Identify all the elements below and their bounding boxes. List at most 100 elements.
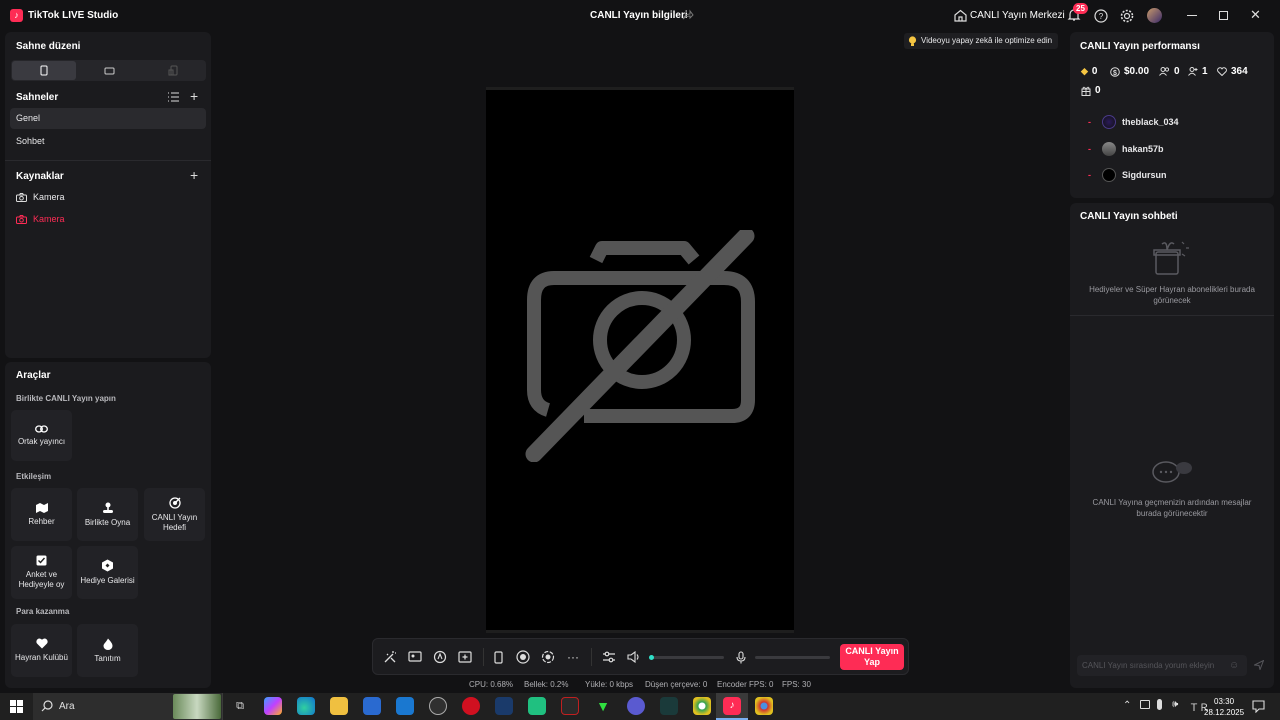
share-icon[interactable] xyxy=(682,9,694,21)
taskbar-clock[interactable]: 03:30 28.12.2025 xyxy=(1204,696,1244,718)
top-viewer-row[interactable]: - Sigdursun xyxy=(1088,168,1167,182)
performance-title: CANLI Yayın performansı xyxy=(1080,41,1200,52)
add-scene-icon[interactable]: + xyxy=(190,88,198,104)
task-view-icon[interactable]: ⧉ xyxy=(231,697,249,715)
chrome-icon[interactable] xyxy=(755,697,773,715)
source-label: Kamera xyxy=(33,214,65,224)
speaker-volume-slider[interactable] xyxy=(649,655,724,660)
volume-tray-icon[interactable]: 🕪 xyxy=(1172,699,1178,710)
microphone-icon[interactable] xyxy=(733,649,749,665)
more-icon[interactable]: ··· xyxy=(565,649,581,665)
add-overlay-icon[interactable] xyxy=(457,649,473,665)
cohost-label: Ortak yayıncı xyxy=(17,436,66,446)
chat-input[interactable]: CANLI Yayın sırasında yorum ekleyin xyxy=(1077,655,1247,676)
app-icon[interactable] xyxy=(627,697,645,715)
ai-enhance-icon[interactable] xyxy=(432,649,448,665)
mic-volume-slider[interactable] xyxy=(755,656,830,659)
close-icon[interactable]: ✕ xyxy=(1250,7,1261,23)
copilot-icon[interactable] xyxy=(264,697,282,715)
scene-item-genel[interactable]: Genel xyxy=(10,108,206,129)
dual-layout-button[interactable] xyxy=(141,61,205,80)
file-explorer-icon[interactable] xyxy=(330,697,348,715)
scene-item-sohbet[interactable]: Sohbet xyxy=(10,131,206,152)
store-icon[interactable] xyxy=(363,697,381,715)
cohost-tool[interactable]: Ortak yayıncı xyxy=(11,410,72,461)
battery-icon[interactable] xyxy=(1140,700,1150,709)
add-source-icon[interactable]: + xyxy=(190,167,198,183)
slider-thumb[interactable] xyxy=(649,655,654,660)
likes-value: 364 xyxy=(1231,66,1248,77)
help-icon[interactable]: ? xyxy=(1094,9,1108,23)
live-goal-tool[interactable]: CANLI Yayın Hedefi xyxy=(144,488,205,541)
clock-time: 03:30 xyxy=(1214,697,1235,706)
tools-panel: Araçlar Birlikte CANLI Yayın yapın Ortak… xyxy=(5,362,211,688)
promote-tool[interactable]: Tanıtım xyxy=(77,624,138,677)
gift-gallery-tool[interactable]: Hediye Galerisi xyxy=(77,546,138,599)
screen-effects-icon[interactable] xyxy=(407,649,423,665)
tools-title: Araçlar xyxy=(16,370,51,381)
stat-value: 0 xyxy=(769,680,774,689)
tiktok-studio-icon[interactable]: ♪ xyxy=(723,697,741,715)
live-info-title[interactable]: CANLI Yayın bilgileri xyxy=(590,10,688,21)
tiktok-logo-icon: ♪ xyxy=(10,9,23,22)
app-icon[interactable] xyxy=(660,697,678,715)
edge-icon[interactable] xyxy=(297,697,315,715)
mail-icon[interactable] xyxy=(396,697,414,715)
map-icon xyxy=(35,502,48,513)
source-item-camera-error[interactable]: Kamera xyxy=(16,214,65,224)
magic-wand-icon[interactable] xyxy=(382,649,398,665)
adjust-icon[interactable] xyxy=(601,649,617,665)
windows-start-icon[interactable] xyxy=(10,700,23,713)
top-viewer-row[interactable]: - hakan57b xyxy=(1088,142,1164,156)
clip-icon[interactable] xyxy=(540,649,556,665)
chevron-up-icon[interactable]: ⌃ xyxy=(1123,700,1131,711)
go-live-button[interactable]: CANLI Yayın Yap xyxy=(840,644,904,670)
app-icon[interactable] xyxy=(561,697,579,715)
speaker-icon[interactable] xyxy=(626,649,642,665)
settings-gear-icon[interactable] xyxy=(1120,9,1134,23)
rank-dash: - xyxy=(1088,117,1091,127)
live-center-link[interactable]: CANLI Yayın Merkezi xyxy=(970,10,1065,21)
portrait-layout-button[interactable] xyxy=(12,61,76,80)
app-icon[interactable] xyxy=(495,697,513,715)
taskbar-search[interactable]: Ara xyxy=(33,693,223,720)
guide-tool[interactable]: Rehber xyxy=(11,488,72,541)
portrait-mode-icon[interactable] xyxy=(490,649,506,665)
viewer-name: hakan57b xyxy=(1122,144,1164,154)
clock-app-icon[interactable] xyxy=(429,697,447,715)
record-icon[interactable] xyxy=(515,649,531,665)
minimize-icon[interactable] xyxy=(1187,15,1197,16)
list-icon[interactable] xyxy=(168,92,179,102)
landscape-layout-button[interactable] xyxy=(77,61,141,80)
app-icon[interactable]: ▼ xyxy=(594,697,612,715)
home-icon[interactable] xyxy=(954,9,967,22)
viewer-name: theblack_034 xyxy=(1122,117,1179,127)
profile-avatar[interactable] xyxy=(1147,8,1162,23)
stat-value: 0.68% xyxy=(490,680,514,689)
notification-center-icon[interactable] xyxy=(1252,700,1265,713)
poll-tool[interactable]: Anket ve Hediyeyle oy xyxy=(11,546,72,599)
promote-label: Tanıtım xyxy=(94,653,121,663)
emoji-icon[interactable]: ☺ xyxy=(1229,660,1239,671)
heart-outline-icon xyxy=(1217,67,1227,76)
app-title: TikTok LIVE Studio xyxy=(28,10,119,21)
stat-label: Encoder FPS: xyxy=(717,680,767,689)
mic-tray-icon[interactable] xyxy=(1157,699,1162,710)
send-icon[interactable] xyxy=(1254,660,1264,670)
guide-label: Rehber xyxy=(28,516,55,526)
maximize-icon[interactable] xyxy=(1219,11,1228,20)
fan-club-tool[interactable]: Hayran Kulübü xyxy=(11,624,72,677)
source-item-camera[interactable]: Kamera xyxy=(16,192,65,202)
lightbulb-icon xyxy=(908,35,917,46)
divider xyxy=(1070,315,1274,316)
ai-optimize-tip[interactable]: Videoyu yapay zekâ ile optimize edin xyxy=(904,33,1059,49)
opera-icon[interactable] xyxy=(462,697,480,715)
viewers-value: 0 xyxy=(1174,66,1180,77)
play-together-label: Birlikte Oyna xyxy=(84,517,131,527)
play-together-tool[interactable]: Birlikte Oyna xyxy=(77,488,138,541)
top-viewer-row[interactable]: - theblack_034 xyxy=(1088,115,1179,129)
camera-off-icon xyxy=(525,230,755,462)
stat-cpu: CPU: 0.68% xyxy=(469,680,513,689)
app-icon[interactable] xyxy=(528,697,546,715)
chrome-icon[interactable] xyxy=(693,697,711,715)
